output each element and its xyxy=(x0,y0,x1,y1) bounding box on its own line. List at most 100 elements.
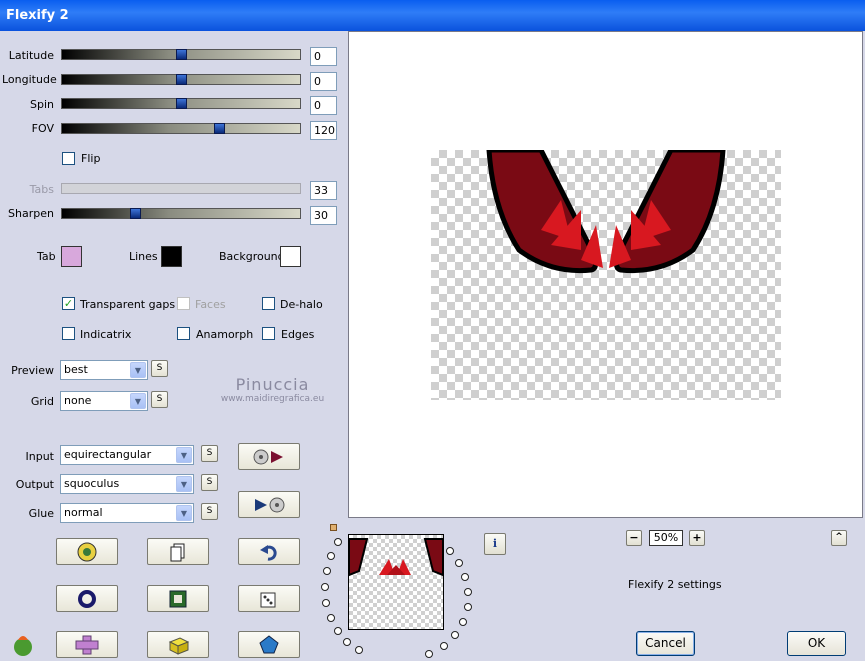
zoom-in-button[interactable]: + xyxy=(689,530,705,546)
spin-slider[interactable] xyxy=(61,98,301,109)
title-bar: Flexify 2 xyxy=(0,0,865,31)
dial-dot[interactable] xyxy=(327,552,335,560)
dial-dot[interactable] xyxy=(327,614,335,622)
sharpen-label: Sharpen xyxy=(8,207,54,220)
tabs-label: Tabs xyxy=(29,183,54,196)
flip-label: Flip xyxy=(81,152,101,165)
frame-button[interactable] xyxy=(147,585,209,612)
tab-color-swatch[interactable] xyxy=(61,246,82,267)
dial-dot[interactable] xyxy=(451,631,459,639)
pentagon-icon xyxy=(259,634,279,653)
cross-button[interactable] xyxy=(56,631,118,658)
window-title: Flexify 2 xyxy=(6,8,69,23)
background-color-label: Background xyxy=(219,250,285,263)
indicatrix-label: Indicatrix xyxy=(80,328,132,341)
indicatrix-checkbox[interactable] xyxy=(62,327,75,340)
preview-s-button[interactable]: S xyxy=(151,360,168,377)
cancel-button[interactable]: Cancel xyxy=(636,631,695,656)
longitude-value-field[interactable]: 0 xyxy=(310,72,337,91)
info-button[interactable]: i xyxy=(484,533,506,555)
glue-select[interactable]: normal ▼ xyxy=(60,503,194,523)
output-s-button[interactable]: S xyxy=(201,474,218,491)
zoom-out-button[interactable]: − xyxy=(626,530,642,546)
spin-value-field[interactable]: 0 xyxy=(310,96,337,115)
de-halo-label: De-halo xyxy=(280,298,323,311)
faces-label: Faces xyxy=(195,298,226,311)
input-select[interactable]: equirectangular ▼ xyxy=(60,445,194,465)
dial-dot[interactable] xyxy=(334,538,342,546)
dial-dot[interactable] xyxy=(461,573,469,581)
output-projection-button[interactable] xyxy=(238,491,300,518)
dial-dot[interactable] xyxy=(425,650,433,658)
edges-checkbox[interactable] xyxy=(262,327,275,340)
dial-dot[interactable] xyxy=(323,567,331,575)
output-select[interactable]: squoculus ▼ xyxy=(60,474,194,494)
fov-value-field[interactable]: 120 xyxy=(310,121,337,140)
transparent-gaps-checkbox[interactable]: ✓ xyxy=(62,297,75,310)
de-halo-checkbox[interactable] xyxy=(262,297,275,310)
input-projection-button[interactable] xyxy=(238,443,300,470)
dial-dot[interactable] xyxy=(440,642,448,650)
dial-handle[interactable] xyxy=(330,524,337,531)
dial-dot[interactable] xyxy=(464,588,472,596)
latitude-slider[interactable] xyxy=(61,49,301,60)
latitude-label: Latitude xyxy=(8,49,54,62)
chevron-down-icon[interactable]: ▼ xyxy=(176,476,192,492)
fov-label: FOV xyxy=(31,122,54,135)
grid-select[interactable]: none ▼ xyxy=(60,391,148,411)
chevron-down-icon[interactable]: ▼ xyxy=(130,362,146,378)
sharpen-slider[interactable] xyxy=(61,208,301,219)
undo-button[interactable] xyxy=(238,538,300,565)
sharpen-value-field[interactable]: 30 xyxy=(310,206,337,225)
output-select-value: squoculus xyxy=(64,477,120,490)
dial-dot[interactable] xyxy=(322,599,330,607)
slider-thumb[interactable] xyxy=(130,208,141,219)
dial-dot[interactable] xyxy=(355,646,363,654)
glue-s-button[interactable]: S xyxy=(201,503,218,520)
dial-dot[interactable] xyxy=(321,583,329,591)
dial-dot[interactable] xyxy=(459,618,467,626)
dial-dot[interactable] xyxy=(455,559,463,567)
logo-icon xyxy=(10,632,36,658)
cube-icon xyxy=(168,636,190,655)
ring-button[interactable] xyxy=(56,585,118,612)
dice-button[interactable] xyxy=(238,585,300,612)
dial-dot[interactable] xyxy=(464,603,472,611)
copy-icon xyxy=(170,543,185,561)
tabs-value-field[interactable]: 33 xyxy=(310,181,337,200)
flip-checkbox[interactable] xyxy=(62,152,75,165)
glue-select-value: normal xyxy=(64,506,103,519)
preview-select[interactable]: best ▼ xyxy=(60,360,148,380)
copy-button[interactable] xyxy=(147,538,209,565)
grid-label: Grid xyxy=(30,395,54,408)
slider-thumb[interactable] xyxy=(176,74,187,85)
fov-slider[interactable] xyxy=(61,123,301,134)
slider-thumb[interactable] xyxy=(214,123,225,134)
latitude-value-field[interactable]: 0 xyxy=(310,47,337,66)
dial-dot[interactable] xyxy=(446,547,454,555)
cube-button[interactable] xyxy=(147,631,209,658)
scroll-up-button[interactable]: ^ xyxy=(831,530,847,546)
input-s-button[interactable]: S xyxy=(201,445,218,462)
lines-color-swatch[interactable] xyxy=(161,246,182,267)
thumbnail-preview[interactable] xyxy=(348,534,444,630)
pentagon-button[interactable] xyxy=(238,631,300,658)
frame-icon xyxy=(169,590,187,607)
chevron-down-icon[interactable]: ▼ xyxy=(130,393,146,409)
background-color-swatch[interactable] xyxy=(280,246,301,267)
randomize-button[interactable] xyxy=(56,538,118,565)
dial-dot[interactable] xyxy=(343,638,351,646)
ring-icon xyxy=(78,589,96,608)
anamorph-checkbox[interactable] xyxy=(177,327,190,340)
chevron-down-icon[interactable]: ▼ xyxy=(176,447,192,463)
longitude-slider[interactable] xyxy=(61,74,301,85)
ok-button[interactable]: OK xyxy=(787,631,846,656)
grid-s-button[interactable]: S xyxy=(151,391,168,408)
slider-thumb[interactable] xyxy=(176,98,187,109)
dial-dot[interactable] xyxy=(334,627,342,635)
preview-canvas[interactable] xyxy=(348,31,863,518)
chevron-down-icon[interactable]: ▼ xyxy=(176,505,192,521)
watermark: Pinuccia www.maidiregrafica.eu xyxy=(210,375,335,404)
slider-thumb[interactable] xyxy=(176,49,187,60)
watermark-url: www.maidiregrafica.eu xyxy=(220,394,325,404)
